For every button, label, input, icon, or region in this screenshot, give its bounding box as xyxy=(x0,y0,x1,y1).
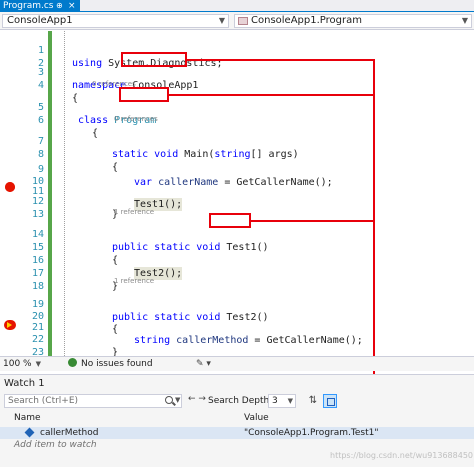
code-line[interactable]: 18 xyxy=(18,267,474,292)
add-watch-item[interactable]: Add item to watch xyxy=(14,440,97,450)
chevron-down-icon[interactable]: ▼ xyxy=(175,394,180,406)
code-line[interactable]: 16 Test2(); xyxy=(18,241,474,280)
code-line[interactable]: 17 } xyxy=(18,254,474,292)
type-dropdown-label: ConsoleApp1.Program xyxy=(251,15,362,26)
chevron-down-icon: ▼ xyxy=(287,397,293,405)
zoom-dropdown[interactable]: 100 % ▼ xyxy=(3,357,41,371)
code-line[interactable]: 8 { xyxy=(18,135,474,173)
code-cleanup-icon[interactable]: ✎ ▾ xyxy=(196,357,211,371)
search-depth-label: Search Depth: xyxy=(208,396,273,406)
code-line[interactable]: 1 using System.Diagnostics; xyxy=(18,31,474,69)
expand-view-icon[interactable] xyxy=(323,394,337,408)
close-icon[interactable]: × xyxy=(68,0,76,12)
class-icon xyxy=(238,17,248,25)
editor-status-bar: 100 % ▼ No issues found ✎ ▾ xyxy=(0,356,474,371)
chevron-down-icon: ▼ xyxy=(35,360,41,368)
issues-text: No issues found xyxy=(81,359,153,369)
search-navigation-arrows[interactable]: ← → xyxy=(188,394,206,404)
annotation-box-method xyxy=(209,213,251,228)
glyph-margin[interactable] xyxy=(0,31,18,356)
pin-watch-icon[interactable]: ⇅ xyxy=(306,394,320,408)
code-line[interactable]: 12 } xyxy=(18,182,474,220)
annotation-box-namespace xyxy=(121,52,187,67)
watch-window-title: Watch 1 xyxy=(4,378,45,389)
annotation-connector-line xyxy=(187,59,374,61)
search-icon[interactable] xyxy=(165,396,173,404)
project-dropdown[interactable]: ConsoleApp1 ▼ xyxy=(2,14,229,28)
code-line[interactable]: 6 { xyxy=(18,101,474,139)
search-placeholder: Search (Ctrl+E) xyxy=(8,396,79,406)
code-line[interactable]: 7 static void Main(string[] args) xyxy=(18,122,474,160)
column-header-name[interactable]: Name xyxy=(14,413,41,423)
watch-search-input[interactable]: Search (Ctrl+E) ▼ xyxy=(4,394,182,408)
annotation-connector-line xyxy=(251,220,374,222)
breakpoint-line-11-icon[interactable] xyxy=(5,182,15,192)
search-depth-value: 3 xyxy=(272,396,278,406)
type-dropdown[interactable]: ConsoleApp1.Program ▼ xyxy=(234,14,472,28)
current-statement-breakpoint-icon[interactable] xyxy=(4,320,16,330)
navigation-bar: ConsoleApp1 ▼ ConsoleApp1.Program ▼ xyxy=(0,12,474,30)
code-line[interactable]: 22 } xyxy=(18,320,474,358)
pin-icon[interactable]: ⊕ xyxy=(56,0,63,12)
project-dropdown-label: ConsoleApp1 xyxy=(7,15,73,26)
annotation-connector-line xyxy=(373,59,375,405)
code-editor[interactable]: 1 using System.Diagnostics; 2 3 namespac… xyxy=(0,31,474,371)
watermark: https://blog.csdn.net/wu913688450 xyxy=(330,451,473,460)
zoom-value: 100 % xyxy=(3,359,32,369)
watch-row-name[interactable]: callerMethod xyxy=(40,427,98,439)
watch-row-value[interactable]: "ConsoleApp1.Program.Test1" xyxy=(244,427,378,439)
column-header-value[interactable]: Value xyxy=(244,413,269,423)
code-line[interactable]: 13 xyxy=(18,195,474,220)
tab-program-cs[interactable]: Program.cs ⊕ × xyxy=(0,0,80,12)
annotation-connector-line xyxy=(169,94,374,96)
document-tab-strip: Program.cs ⊕ × xyxy=(0,0,474,12)
watch-window: Watch 1 Search (Ctrl+E) ▼ ← → Search Dep… xyxy=(0,374,474,467)
code-line[interactable]: 15 { xyxy=(18,228,474,266)
issues-indicator[interactable]: No issues found xyxy=(68,357,153,371)
check-circle-icon xyxy=(68,358,77,367)
search-depth-dropdown[interactable]: 3 ▼ xyxy=(268,394,296,408)
chevron-down-icon: ▼ xyxy=(218,16,225,25)
annotation-box-class xyxy=(119,87,169,102)
tab-title: Program.cs xyxy=(3,1,54,11)
chevron-down-icon: ▼ xyxy=(461,16,468,25)
code-line[interactable]: 4 { xyxy=(18,66,474,104)
